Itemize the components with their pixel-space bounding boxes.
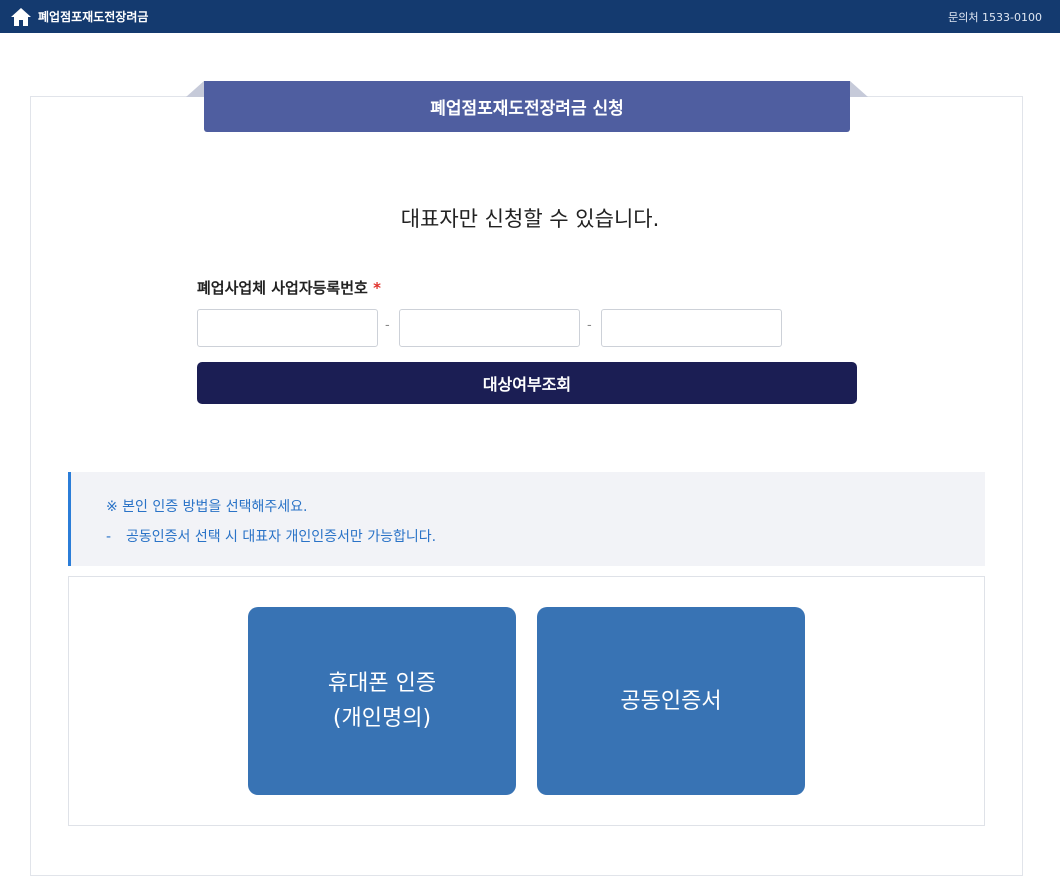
top-bar: 폐업점포재도전장려금 문의처 1533-0100 [0, 0, 1060, 33]
business-number-label-text: 폐업사업체 사업자등록번호 [197, 279, 368, 297]
ribbon-fold-left [186, 81, 204, 97]
phone-auth-button[interactable]: 휴대폰 인증 (개인명의) [248, 607, 516, 795]
phone-auth-sublabel: (개인명의) [332, 706, 432, 731]
representative-only-notice: 대표자만 신청할 수 있습니다. [400, 207, 660, 231]
auth-method-panel [68, 576, 985, 826]
page-title: 폐업점포재도전장려금 신청 [204, 81, 850, 132]
business-number-input-2[interactable] [399, 309, 580, 347]
separator-dash: - [385, 318, 390, 333]
home-link[interactable]: 폐업점포재도전장려금 [10, 7, 148, 27]
joint-certificate-label: 공동인증서 [620, 688, 722, 714]
joint-certificate-button[interactable]: 공동인증서 [537, 607, 805, 795]
contact-info: 문의처 1533-0100 [948, 10, 1042, 24]
home-icon [11, 7, 31, 26]
site-title: 폐업점포재도전장려금 [38, 10, 149, 24]
ribbon-fold-right [850, 81, 868, 97]
eligibility-check-button[interactable]: 대상여부조회 [197, 362, 857, 404]
business-number-label: 폐업사업체 사업자등록번호 * [197, 277, 381, 298]
info-line-2: - 공동인증서 선택 시 대표자 개인인증서만 가능합니다. [106, 522, 985, 552]
info-line-2-prefix: - [106, 529, 112, 545]
business-number-input-3[interactable] [601, 309, 782, 347]
separator-dash: - [587, 318, 592, 333]
auth-method-info: ※ 본인 인증 방법을 선택해주세요. - 공동인증서 선택 시 대표자 개인인증… [68, 472, 985, 566]
info-line-2-text: 공동인증서 선택 시 대표자 개인인증서만 가능합니다. [126, 529, 437, 545]
info-line-1: ※ 본인 인증 방법을 선택해주세요. [106, 499, 308, 515]
phone-auth-label: 휴대폰 인증 [327, 671, 437, 696]
required-mark: * [373, 279, 381, 297]
business-number-input-1[interactable] [197, 309, 378, 347]
